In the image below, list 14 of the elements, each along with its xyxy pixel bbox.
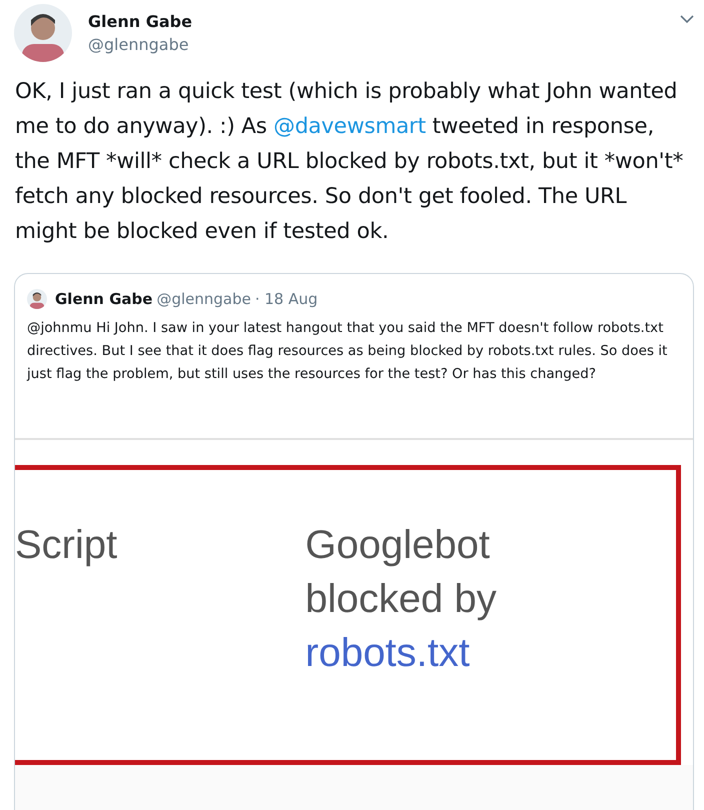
author-handle: @glenngabe: [88, 35, 190, 55]
robots-link[interactable]: robots.txt: [305, 626, 496, 680]
quoted-tweet-text: @johnmu Hi John. I saw in your latest hangout that you said the MFT doesn't follow robots.txt directives. But I see that it does flag resources as being blocked by robots.txt rules. So does it just flag the problem, but still uses the resources for the test? Or has this changed?: [26, 318, 668, 384]
author-name: Glenn Gabe: [88, 12, 194, 32]
screenshot-text: Script: [15, 522, 118, 568]
chevron-down-icon[interactable]: [680, 14, 694, 24]
avatar[interactable]: [27, 289, 47, 310]
quoted-author-handle: @glenngabe: [156, 289, 251, 310]
screenshot-text: Googlebot: [305, 522, 491, 568]
tweet-date: · 18 Aug: [254, 289, 318, 310]
screenshot-text: blocked by: [305, 576, 496, 622]
tweet-text: OK, I just ran a quick test (which is probably what John wanted me to do anyway). :) As @davewsmart tweeted in response, the MFT *will* check a URL blocked by robots.txt, but it *won't* fetch any blocked resources. So don't get fooled. The URL might be blocked even if tested ok.: [15, 78, 684, 246]
mention-link[interactable]: @davewsmart: [274, 114, 426, 139]
quoted-author-name: Glenn Gabe: [55, 289, 153, 310]
